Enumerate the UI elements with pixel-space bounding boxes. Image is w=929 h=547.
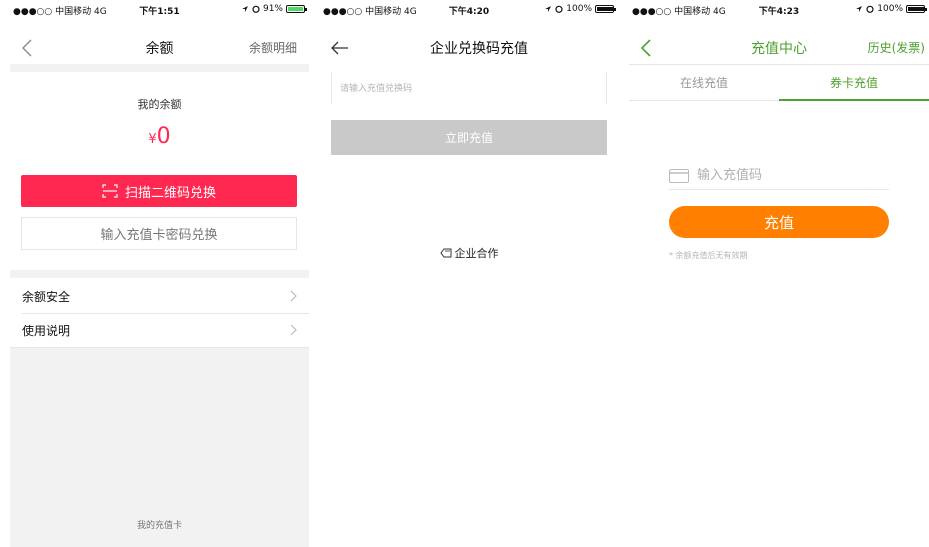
divider [10, 64, 309, 72]
tab-bar: 在线充值 券卡充值 [629, 65, 929, 101]
nav-bar: 企业兑换码充值 [320, 20, 618, 64]
scan-button-label: 扫描二维码兑换 [124, 185, 216, 201]
validity-note: * 余额充值后无有效期 [669, 251, 748, 260]
menu-item-label: 余额安全 [22, 289, 71, 304]
enterprise-cooperation-link[interactable]: 企业合作 [320, 245, 618, 261]
enterprise-redeem-screen: ●●●○○ 中国移动 4G 下午4:20 100% 企业兑换码充值 立即充值 企… [320, 0, 618, 547]
balance-amount: ¥0 [10, 124, 309, 149]
redeem-code-input[interactable] [331, 72, 607, 104]
chevron-right-icon [290, 324, 297, 336]
alarm-icon [866, 5, 874, 13]
scan-qr-button[interactable]: 扫描二维码兑换 [21, 175, 297, 207]
card-icon [669, 168, 689, 183]
battery-icon [906, 5, 927, 13]
menu-item-balance-security[interactable]: 余额安全 [10, 279, 309, 313]
menu-item-label: 使用说明 [22, 323, 71, 338]
battery-percent: 100% [877, 4, 903, 14]
history-invoice-link[interactable]: 历史(发票) [868, 39, 925, 56]
status-bar: ●●●○○ 中国移动 4G 下午1:51 91% [10, 0, 309, 20]
recharge-code-field [669, 162, 889, 190]
battery-icon [595, 5, 616, 13]
location-icon [241, 6, 248, 12]
battery-percent: 91% [262, 4, 283, 14]
tab-voucher-recharge[interactable]: 券卡充值 [779, 65, 929, 101]
chevron-right-icon [290, 290, 297, 302]
battery-icon [286, 5, 307, 13]
diamond-tag-icon [439, 248, 451, 258]
amount-value: 0 [156, 124, 171, 149]
empty-area: 我的充值卡 [10, 348, 309, 547]
cooperation-label: 企业合作 [454, 247, 499, 260]
alarm-icon [555, 5, 563, 13]
scan-icon [102, 184, 118, 198]
divider [10, 270, 309, 278]
status-bar: ●●●○○ 中国移动 4G 下午4:23 100% [629, 0, 929, 20]
recharge-now-button[interactable]: 立即充值 [331, 120, 607, 155]
menu-item-usage-guide[interactable]: 使用说明 [10, 313, 309, 347]
nav-bar: 余额 余额明细 [10, 20, 309, 64]
my-card-link[interactable]: 我的充值卡 [10, 518, 309, 531]
balance-detail-link[interactable]: 余额明细 [249, 39, 297, 56]
alarm-icon [252, 5, 260, 13]
location-icon [856, 6, 863, 12]
card-password-button[interactable]: 输入充值卡密码兑换 [21, 217, 297, 250]
recharge-center-screen: ●●●○○ 中国移动 4G 下午4:23 100% 充值中心 历史(发票) 在线… [629, 0, 929, 547]
nav-bar: 充值中心 历史(发票) [629, 20, 929, 64]
balance-label: 我的余额 [137, 98, 182, 111]
battery-percent: 100% [566, 4, 592, 14]
page-title: 企业兑换码充值 [430, 41, 528, 57]
recharge-code-input[interactable] [697, 168, 877, 183]
location-icon [545, 6, 552, 12]
tab-online-recharge[interactable]: 在线充值 [629, 65, 779, 100]
recharge-button[interactable]: 充值 [669, 206, 889, 238]
balance-screen: ●●●○○ 中国移动 4G 下午1:51 91% 余额 余额明细 我的余额 ¥0… [10, 0, 309, 547]
status-bar: ●●●○○ 中国移动 4G 下午4:20 100% [320, 0, 618, 20]
currency-symbol: ¥ [148, 132, 157, 147]
